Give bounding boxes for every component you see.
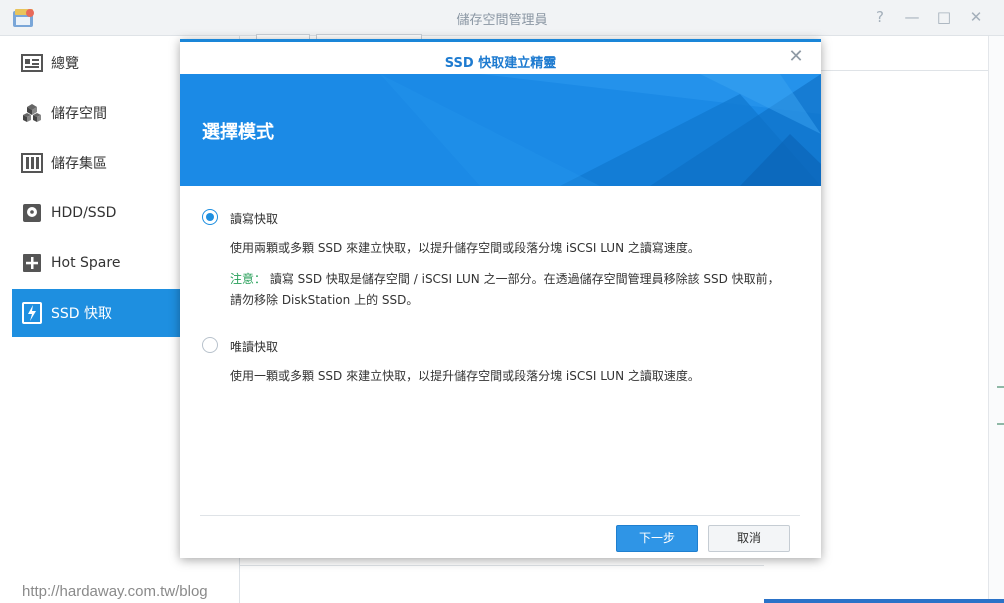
background-mark xyxy=(997,386,1004,388)
background-mark xyxy=(997,423,1004,425)
sidebar-item-label: SSD 快取 xyxy=(51,306,113,322)
storage-pool-icon xyxy=(21,152,43,174)
option-note: 注意： 讀寫 SSD 快取是儲存空間 / iSCSI LUN 之一部分。在透過儲… xyxy=(230,270,780,287)
background-panel-edge xyxy=(988,36,1004,603)
option-description: 使用一顆或多顆 SSD 來建立快取，以提升儲存空間或段落分塊 iSCSI LUN… xyxy=(230,369,700,383)
sidebar-item-label: 儲存集區 xyxy=(51,156,107,172)
step-title: 選擇模式 xyxy=(202,122,274,143)
disk-icon xyxy=(21,202,43,224)
dialog-close-button[interactable]: ✕ xyxy=(787,48,805,66)
banner-geometric-pattern xyxy=(180,74,821,186)
minimize-button[interactable]: — xyxy=(901,6,923,28)
volume-cubes-icon xyxy=(21,102,43,124)
option-note-continued: 請勿移除 DiskStation 上的 SSD。 xyxy=(230,293,419,307)
option-label: 讀寫快取 xyxy=(230,212,279,226)
dialog-footer-divider xyxy=(200,515,800,516)
overview-icon xyxy=(21,52,43,74)
read-write-radio[interactable] xyxy=(202,209,218,225)
read-only-radio[interactable] xyxy=(202,337,218,353)
note-label: 注意： xyxy=(230,272,267,286)
close-window-button[interactable]: ✕ xyxy=(965,6,987,28)
background-footer xyxy=(240,565,764,603)
dialog-title: SSD 快取建立精靈 xyxy=(444,56,557,71)
sidebar-item-label: HDD/SSD xyxy=(51,205,117,221)
maximize-button[interactable]: □ xyxy=(933,6,955,28)
window-title: 儲存空間管理員 xyxy=(456,13,548,28)
option-read-write-cache: 讀寫快取 使用兩顆或多顆 SSD 來建立快取，以提升儲存空間或段落分塊 iSCS… xyxy=(202,209,802,319)
sidebar-item-label: Hot Spare xyxy=(51,255,121,271)
background-taskbar-strip xyxy=(764,599,1004,603)
cancel-button[interactable]: 取消 xyxy=(708,525,790,552)
window-title-bar: 儲存空間管理員 ? — □ ✕ xyxy=(0,0,1004,36)
sidebar-item-label: 儲存空間 xyxy=(51,106,107,122)
option-description: 使用兩顆或多顆 SSD 來建立快取，以提升儲存空間或段落分塊 iSCSI LUN… xyxy=(230,241,700,255)
option-read-only-cache: 唯讀快取 使用一顆或多顆 SSD 來建立快取，以提升儲存空間或段落分塊 iSCS… xyxy=(202,337,802,397)
help-button[interactable]: ? xyxy=(869,6,891,28)
ssd-cache-wizard-dialog: SSD 快取建立精靈 ✕ 選擇模式 讀寫快取 使用兩顆或多顆 SSD 來建立快取… xyxy=(180,39,821,558)
blog-watermark: http://hardaway.com.tw/blog xyxy=(22,583,208,600)
note-text: 讀寫 SSD 快取是儲存空間 / iSCSI LUN 之一部分。在透過儲存空間管… xyxy=(266,272,780,286)
option-label: 唯讀快取 xyxy=(230,340,279,354)
hot-spare-plus-icon xyxy=(21,252,43,274)
background-divider xyxy=(820,70,988,71)
wizard-banner: 選擇模式 xyxy=(180,74,821,186)
ssd-cache-lightning-icon xyxy=(21,302,43,324)
next-button[interactable]: 下一步 xyxy=(616,525,698,552)
sidebar-item-label: 總覽 xyxy=(51,56,79,72)
